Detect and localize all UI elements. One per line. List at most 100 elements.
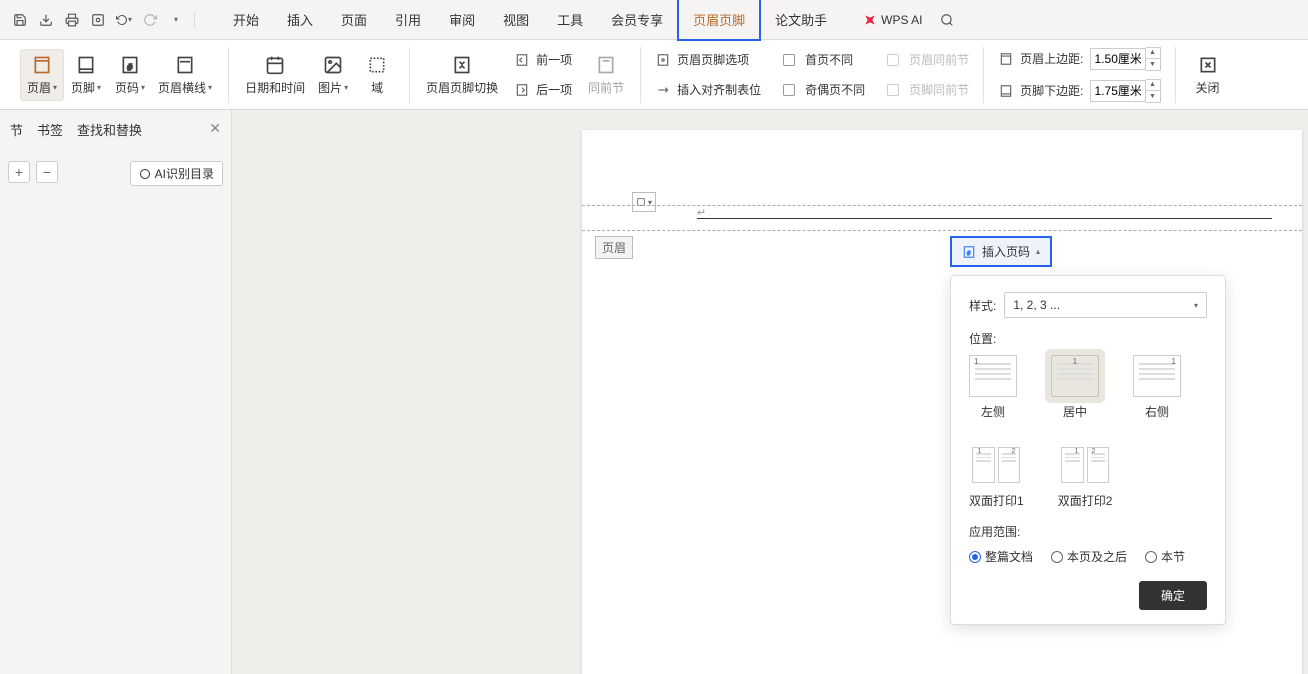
document-area[interactable]: ▾ ↵ 页眉 # 插入页码 ▴ 样式: 1, 2, 3 ... ▾ xyxy=(232,110,1308,674)
style-label: 样式: xyxy=(969,297,996,314)
side-tab-section[interactable]: 节 xyxy=(10,120,23,139)
workspace: 节 书签 查找和替换 ✕ + − AI识别目录 ▾ ↵ 页眉 xyxy=(0,110,1308,674)
hf-switch-button[interactable]: 页眉页脚切换 xyxy=(420,50,504,100)
position-label: 位置: xyxy=(969,330,1207,347)
pos-double2[interactable]: 1 2 双面打印2 xyxy=(1058,444,1113,509)
scope-label: 应用范围: xyxy=(969,523,1207,540)
link-icon xyxy=(595,54,617,76)
insert-pagenum-button[interactable]: # 插入页码 ▴ xyxy=(950,236,1052,267)
quick-access-toolbar: ▾ ▾ xyxy=(6,12,190,28)
ftr-bottom-row: 页脚下边距: ▲▼ xyxy=(994,77,1164,105)
side-tab-bookmark[interactable]: 书签 xyxy=(37,120,63,139)
search-icon[interactable] xyxy=(939,12,955,28)
style-select[interactable]: 1, 2, 3 ... ▾ xyxy=(1004,292,1207,318)
chevron-down-icon: ▾ xyxy=(1194,301,1198,310)
export-icon[interactable] xyxy=(38,12,54,28)
tab-start[interactable]: 开始 xyxy=(219,0,273,39)
wps-ai-button[interactable]: WPS AI xyxy=(857,9,928,31)
tab-thesis[interactable]: 论文助手 xyxy=(761,0,841,39)
hline-icon xyxy=(174,54,196,76)
tab-page[interactable]: 页面 xyxy=(327,0,381,39)
ftr-bottom-spinner[interactable]: ▲▼ xyxy=(1090,79,1161,103)
panel-close-icon[interactable]: ✕ xyxy=(209,120,221,137)
header-icon xyxy=(31,54,53,76)
tab-review[interactable]: 审阅 xyxy=(435,0,489,39)
field-button[interactable]: 域 xyxy=(355,50,399,100)
undo-button[interactable]: ▾ xyxy=(116,12,132,28)
switch-icon xyxy=(451,54,473,76)
hdr-sameprev-check: 页眉同前节 xyxy=(883,46,973,74)
tab-insert[interactable]: 插入 xyxy=(273,0,327,39)
picture-button[interactable]: 图片▾ xyxy=(311,50,355,100)
menu-tabs: 开始 插入 页面 引用 审阅 视图 工具 会员专享 页眉页脚 论文助手 xyxy=(219,0,841,41)
tab-icon xyxy=(655,82,671,98)
header-button[interactable]: 页眉▾ xyxy=(20,49,64,101)
image-icon xyxy=(322,54,344,76)
datetime-button[interactable]: 日期和时间 xyxy=(239,50,311,100)
radio-off-icon xyxy=(1051,551,1063,563)
tab-view[interactable]: 视图 xyxy=(489,0,543,39)
same-prev-button: 同前节 xyxy=(582,50,630,100)
header-region[interactable]: ↵ xyxy=(582,205,1302,231)
pos-center[interactable]: 1 居中 xyxy=(1051,355,1099,420)
next-icon xyxy=(514,82,530,98)
scope-section-radio[interactable]: 本节 xyxy=(1145,548,1185,565)
title-bar: ▾ ▾ 开始 插入 页面 引用 审阅 视图 工具 会员专享 页眉页脚 论文助手 … xyxy=(0,0,1308,40)
print-icon[interactable] xyxy=(64,12,80,28)
ok-button[interactable]: 确定 xyxy=(1139,581,1207,610)
expand-button[interactable]: + xyxy=(8,161,30,183)
pagenum-button[interactable]: # 页码▾ xyxy=(108,50,152,100)
radio-off-icon xyxy=(1145,551,1157,563)
spin-up-icon[interactable]: ▲ xyxy=(1146,48,1160,59)
ftr-bottom-input[interactable] xyxy=(1090,80,1146,102)
pos-right[interactable]: 1 右侧 xyxy=(1133,355,1181,420)
pagenum-popup: 样式: 1, 2, 3 ... ▾ 位置: 1 左侧 1 居中 xyxy=(950,275,1226,625)
hdr-top-spinner[interactable]: ▲▼ xyxy=(1090,47,1161,71)
first-diff-check[interactable]: 首页不同 xyxy=(779,46,869,74)
spin-down-icon[interactable]: ▼ xyxy=(1146,91,1160,102)
footer-icon xyxy=(75,54,97,76)
tab-member[interactable]: 会员专享 xyxy=(597,0,677,39)
tab-tools[interactable]: 工具 xyxy=(543,0,597,39)
tab-header-footer[interactable]: 页眉页脚 xyxy=(677,0,761,41)
collapse-button[interactable]: − xyxy=(36,161,58,183)
print-preview-icon[interactable] xyxy=(90,12,106,28)
margin-bottom-icon xyxy=(998,83,1014,99)
tab-reference[interactable]: 引用 xyxy=(381,0,435,39)
pos-double1[interactable]: 1 2 双面打印1 xyxy=(969,444,1024,509)
options-icon xyxy=(655,52,671,68)
close-hf-button[interactable]: 关闭 xyxy=(1186,50,1230,100)
side-tab-findreplace[interactable]: 查找和替换 xyxy=(77,120,142,139)
more-quick-access[interactable]: ▾ xyxy=(168,12,184,28)
checkbox-icon xyxy=(887,84,899,96)
wpsai-icon xyxy=(863,13,877,27)
scope-all-radio[interactable]: 整篇文档 xyxy=(969,548,1033,565)
close-icon xyxy=(1197,54,1219,76)
redo-button[interactable] xyxy=(142,12,158,28)
prev-button[interactable]: 前一项 xyxy=(510,46,576,74)
ftr-sameprev-check: 页脚同前节 xyxy=(883,76,973,104)
checkbox-icon xyxy=(887,54,899,66)
svg-text:#: # xyxy=(128,62,133,72)
next-button[interactable]: 后一项 xyxy=(510,76,576,104)
save-icon[interactable] xyxy=(12,12,28,28)
ai-icon xyxy=(139,168,151,180)
pagenum-insert-icon: # xyxy=(962,245,976,259)
scope-thispage-radio[interactable]: 本页及之后 xyxy=(1051,548,1127,565)
spin-down-icon[interactable]: ▼ xyxy=(1146,59,1160,70)
align-tab-button[interactable]: 插入对齐制表位 xyxy=(651,76,765,104)
ai-toc-button[interactable]: AI识别目录 xyxy=(130,161,223,186)
spin-up-icon[interactable]: ▲ xyxy=(1146,80,1160,91)
prev-icon xyxy=(514,52,530,68)
navigation-panel: 节 书签 查找和替换 ✕ + − AI识别目录 xyxy=(0,110,232,674)
footer-button[interactable]: 页脚▾ xyxy=(64,50,108,100)
pos-left[interactable]: 1 左侧 xyxy=(969,355,1017,420)
hf-options-button[interactable]: 页眉页脚选项 xyxy=(651,46,765,74)
field-icon xyxy=(366,54,388,76)
ribbon: 页眉▾ 页脚▾ # 页码▾ 页眉横线▾ 日期和时间 图片▾ 域 xyxy=(0,40,1308,110)
hdr-top-input[interactable] xyxy=(1090,48,1146,70)
header-hline-button[interactable]: 页眉横线▾ xyxy=(152,50,218,100)
header-label: 页眉 xyxy=(595,236,633,259)
odd-even-check[interactable]: 奇偶页不同 xyxy=(779,76,869,104)
radio-on-icon xyxy=(969,551,981,563)
